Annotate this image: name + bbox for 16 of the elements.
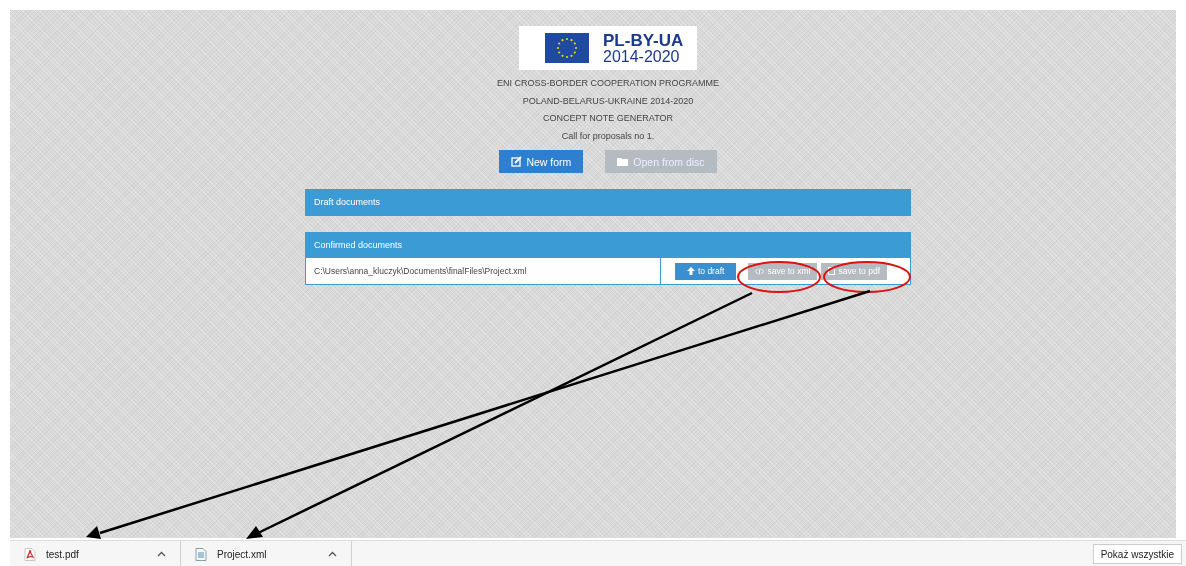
- logo-years: 2014-2020: [603, 48, 681, 65]
- panel-title: Draft documents: [313, 196, 382, 209]
- header-line: CONCEPT NOTE GENERATOR: [541, 112, 674, 125]
- file-path-cell: C:\Users\anna_kluczyk\Documents\finalFiles\Project.xml: [306, 258, 661, 284]
- header-line: ENI CROSS-BORDER COOPERATION PROGRAMME: [497, 77, 719, 90]
- download-filename: Project.xml: [217, 548, 268, 560]
- header-line: POLAND-BELARUS-UKRAINE 2014-2020: [521, 94, 695, 108]
- show-all-button[interactable]: Pokaż wszystkie: [1092, 544, 1182, 564]
- download-filename: test.pdf: [46, 548, 80, 560]
- panel-title: Confirmed documents: [313, 239, 404, 252]
- download-item[interactable]: test.pdf: [10, 541, 181, 566]
- download-item[interactable]: Project.xml: [181, 541, 352, 566]
- logo-title: PL-BY-UA: [603, 31, 684, 49]
- action-button[interactable]: to draft: [674, 262, 737, 280]
- header-line: Call for proposals no 1.: [560, 129, 656, 143]
- new-form-button[interactable]: New form: [499, 150, 584, 173]
